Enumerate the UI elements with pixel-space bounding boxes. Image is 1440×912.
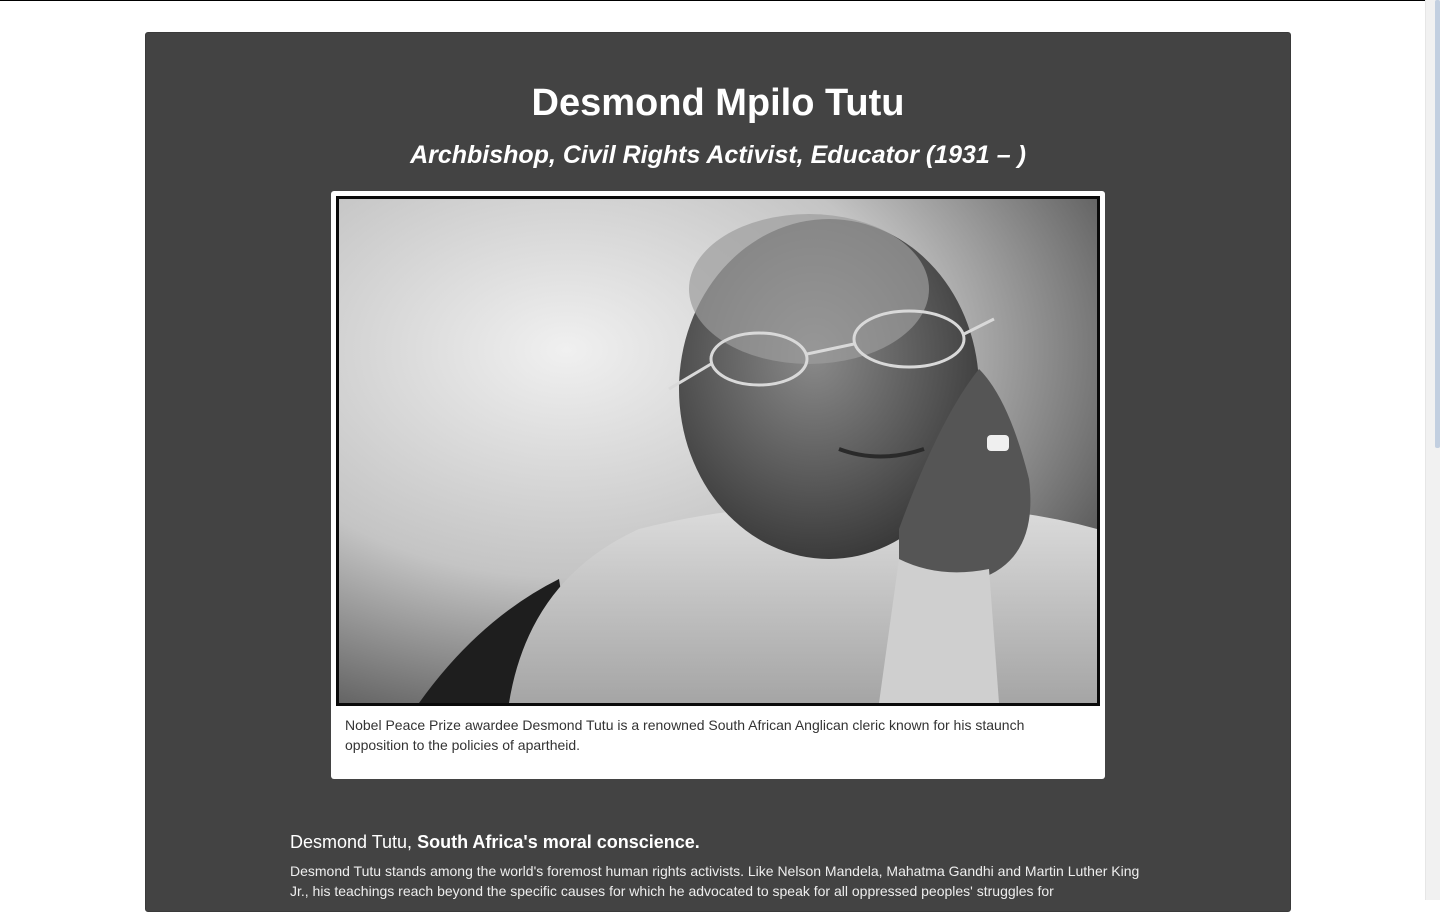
image-thumbnail: Nobel Peace Prize awardee Desmond Tutu i… [331, 191, 1105, 779]
page-title: Desmond Mpilo Tutu [531, 82, 905, 124]
photo-caption: Nobel Peace Prize awardee Desmond Tutu i… [345, 717, 1025, 753]
lede-prefix: Desmond Tutu, [290, 832, 418, 852]
article-paragraph: Desmond Tutu stands among the world's fo… [290, 863, 1140, 899]
section-lede: Desmond Tutu, South Africa's moral consc… [290, 830, 700, 854]
page-subtitle: Archbishop, Civil Rights Activist, Educa… [410, 141, 1026, 169]
portrait-illustration [339, 199, 1097, 703]
portrait-photo [336, 196, 1100, 706]
tribute-panel: Desmond Mpilo Tutu Archbishop, Civil Rig… [145, 32, 1291, 912]
window-top-border [0, 0, 1440, 1]
scrollbar-thumb[interactable] [1435, 0, 1440, 448]
lede-emphasis: South Africa's moral conscience. [417, 832, 700, 852]
